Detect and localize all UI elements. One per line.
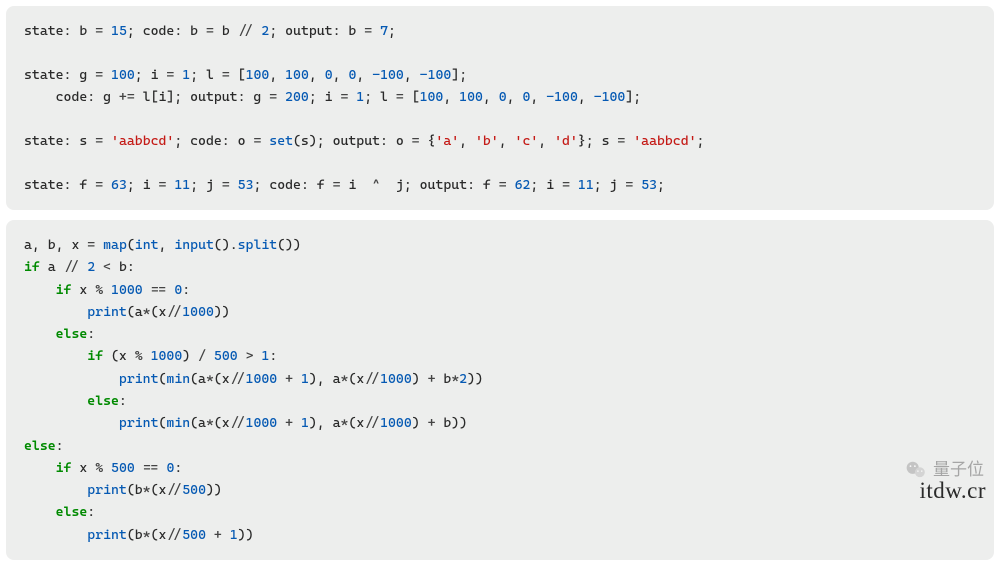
code-line: else: (24, 435, 976, 457)
code-line: else: (24, 501, 976, 523)
code-block-python: a, b, x = map(int, input().split()) if a… (6, 220, 994, 560)
code-line: else: (24, 323, 976, 345)
code-line: print(b*(x//500 + 1)) (24, 524, 976, 546)
code-line: else: (24, 390, 976, 412)
code-line (24, 152, 976, 174)
code-line: state: b = 15; code: b = b // 2; output:… (24, 20, 976, 42)
code-line: state: s = 'aabbcd'; code: o = set(s); o… (24, 130, 976, 152)
code-line: state: f = 63; i = 11; j = 53; code: f =… (24, 174, 976, 196)
code-line: a, b, x = map(int, input().split()) (24, 234, 976, 256)
code-line: code: g += l[i]; output: g = 200; i = 1;… (24, 86, 976, 108)
code-line: if x % 500 == 0: (24, 457, 976, 479)
code-line: print(min(a*(x//1000 + 1), a*(x//1000) +… (24, 368, 976, 390)
code-line: print(min(a*(x//1000 + 1), a*(x//1000) +… (24, 412, 976, 434)
code-line (24, 108, 976, 130)
code-block-statelines: state: b = 15; code: b = b // 2; output:… (6, 6, 994, 210)
code-line: if x % 1000 == 0: (24, 279, 976, 301)
code-line: if a // 2 < b: (24, 256, 976, 278)
code-line: state: g = 100; i = 1; l = [100, 100, 0,… (24, 64, 976, 86)
site-link-text: itdw.cr (919, 472, 986, 510)
code-line (24, 42, 976, 64)
code-line: if (x % 1000) / 500 > 1: (24, 345, 976, 367)
code-line: print(b*(x//500)) (24, 479, 976, 501)
code-line: print(a*(x//1000)) (24, 301, 976, 323)
